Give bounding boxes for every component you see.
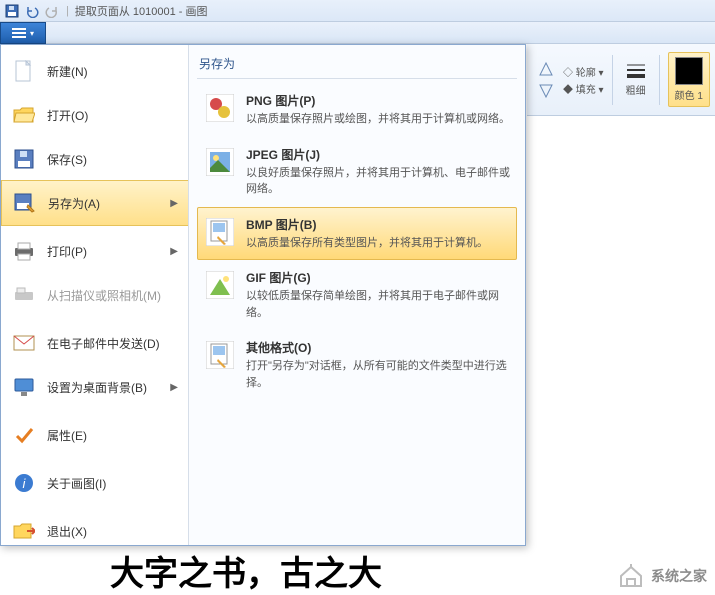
window-title: 提取页面从 1010001 - 画图: [75, 3, 208, 19]
desktop-icon: [11, 375, 37, 399]
ribbon-fragment: ◇ 轮廓 ▾ ◆ 填充 ▾ 粗细 颜色 1: [527, 44, 715, 116]
menu-label: 在电子邮件中发送(D): [47, 335, 160, 352]
menu-label: 设置为桌面背景(B): [47, 379, 147, 396]
canvas-text: 大字之书，古之大: [110, 546, 382, 595]
format-desc: 以高质量保存照片或绘图，并将其用于计算机或网络。: [246, 111, 510, 128]
new-file-icon: [11, 59, 37, 83]
format-title: BMP 图片(B): [246, 216, 510, 233]
menu-label: 打印(P): [47, 243, 87, 260]
qat-separator: |: [66, 5, 69, 17]
info-icon: i: [11, 471, 37, 495]
checkmark-icon: [11, 423, 37, 447]
scanner-icon: [11, 283, 37, 307]
shape-down-icon[interactable]: [537, 81, 555, 99]
menu-label: 关于画图(I): [47, 475, 106, 492]
format-desc: 以良好质量保存照片，并将其用于计算机、电子邮件或网络。: [246, 165, 510, 198]
menu-about[interactable]: i 关于画图(I): [1, 461, 188, 505]
menu-label: 新建(N): [47, 63, 88, 80]
menu-new[interactable]: 新建(N): [1, 49, 188, 93]
open-folder-icon: [11, 103, 37, 127]
save-as-panel-title: 另存为: [197, 51, 517, 79]
submenu-arrow-icon: ▶: [170, 246, 178, 257]
stroke-weight[interactable]: 粗细: [621, 60, 651, 99]
color-1-swatch[interactable]: 颜色 1: [668, 52, 710, 107]
format-title: GIF 图片(G): [246, 269, 510, 286]
save-as-icon: [12, 191, 38, 215]
menu-open[interactable]: 打开(O): [1, 93, 188, 137]
format-png[interactable]: PNG 图片(P) 以高质量保存照片或绘图，并将其用于计算机或网络。: [197, 83, 517, 137]
png-icon: [204, 92, 236, 124]
file-menu-dropdown: 新建(N) 打开(O) 保存(S) 另存为(A) ▶ 打印(P) ▶ 从扫描仪或…: [0, 44, 526, 546]
jpeg-icon: [204, 146, 236, 178]
format-other[interactable]: 其他格式(O) 打开"另存为"对话框，从所有可能的文件类型中进行选择。: [197, 330, 517, 400]
save-icon[interactable]: [4, 3, 20, 19]
format-gif[interactable]: GIF 图片(G) 以较低质量保存简单绘图，并将其用于电子邮件或网络。: [197, 260, 517, 330]
shape-up-icon[interactable]: [537, 61, 555, 79]
menu-properties[interactable]: 属性(E): [1, 413, 188, 457]
quick-access-toolbar: | 提取页面从 1010001 - 画图: [0, 0, 715, 22]
format-desc: 以高质量保存所有类型图片，并将其用于计算机。: [246, 235, 510, 252]
gif-icon: [204, 269, 236, 301]
menu-set-desktop[interactable]: 设置为桌面背景(B) ▶: [1, 365, 188, 409]
watermark: 系统之家: [617, 564, 707, 588]
printer-icon: [11, 239, 37, 263]
fill-dropdown[interactable]: ◆ 填充 ▾: [563, 81, 604, 96]
menu-print[interactable]: 打印(P) ▶: [1, 229, 188, 273]
menu-label: 另存为(A): [48, 195, 100, 212]
file-menu-left-column: 新建(N) 打开(O) 保存(S) 另存为(A) ▶ 打印(P) ▶ 从扫描仪或…: [1, 45, 189, 545]
menu-save-as[interactable]: 另存为(A) ▶: [1, 180, 188, 226]
save-as-format-panel: 另存为 PNG 图片(P) 以高质量保存照片或绘图，并将其用于计算机或网络。 J…: [189, 45, 525, 545]
format-title: PNG 图片(P): [246, 92, 510, 109]
house-icon: [617, 564, 645, 588]
menu-label: 保存(S): [47, 151, 87, 168]
bmp-icon: [204, 216, 236, 248]
watermark-text: 系统之家: [651, 566, 707, 586]
menu-label: 属性(E): [47, 427, 87, 444]
submenu-arrow-icon: ▶: [170, 382, 178, 393]
menu-label: 退出(X): [47, 523, 87, 540]
format-desc: 打开"另存为"对话框，从所有可能的文件类型中进行选择。: [246, 358, 510, 391]
email-icon: [11, 331, 37, 355]
exit-icon: [11, 519, 37, 543]
format-title: 其他格式(O): [246, 339, 510, 356]
format-title: JPEG 图片(J): [246, 146, 510, 163]
submenu-arrow-icon: ▶: [170, 198, 178, 209]
other-format-icon: [204, 339, 236, 371]
menu-save[interactable]: 保存(S): [1, 137, 188, 181]
undo-icon[interactable]: [24, 3, 40, 19]
menu-label: 从扫描仪或照相机(M): [47, 287, 161, 304]
outline-dropdown[interactable]: ◇ 轮廓 ▾: [563, 64, 604, 79]
format-desc: 以较低质量保存简单绘图，并将其用于电子邮件或网络。: [246, 288, 510, 321]
save-disk-icon: [11, 147, 37, 171]
format-jpeg[interactable]: JPEG 图片(J) 以良好质量保存照片，并将其用于计算机、电子邮件或网络。: [197, 137, 517, 207]
menu-label: 打开(O): [47, 107, 88, 124]
redo-icon[interactable]: [44, 3, 60, 19]
menu-send-email[interactable]: 在电子邮件中发送(D): [1, 321, 188, 365]
menu-from-scanner: 从扫描仪或照相机(M): [1, 273, 188, 317]
format-bmp[interactable]: BMP 图片(B) 以高质量保存所有类型图片，并将其用于计算机。: [197, 207, 517, 261]
file-menu-button[interactable]: [0, 22, 46, 44]
